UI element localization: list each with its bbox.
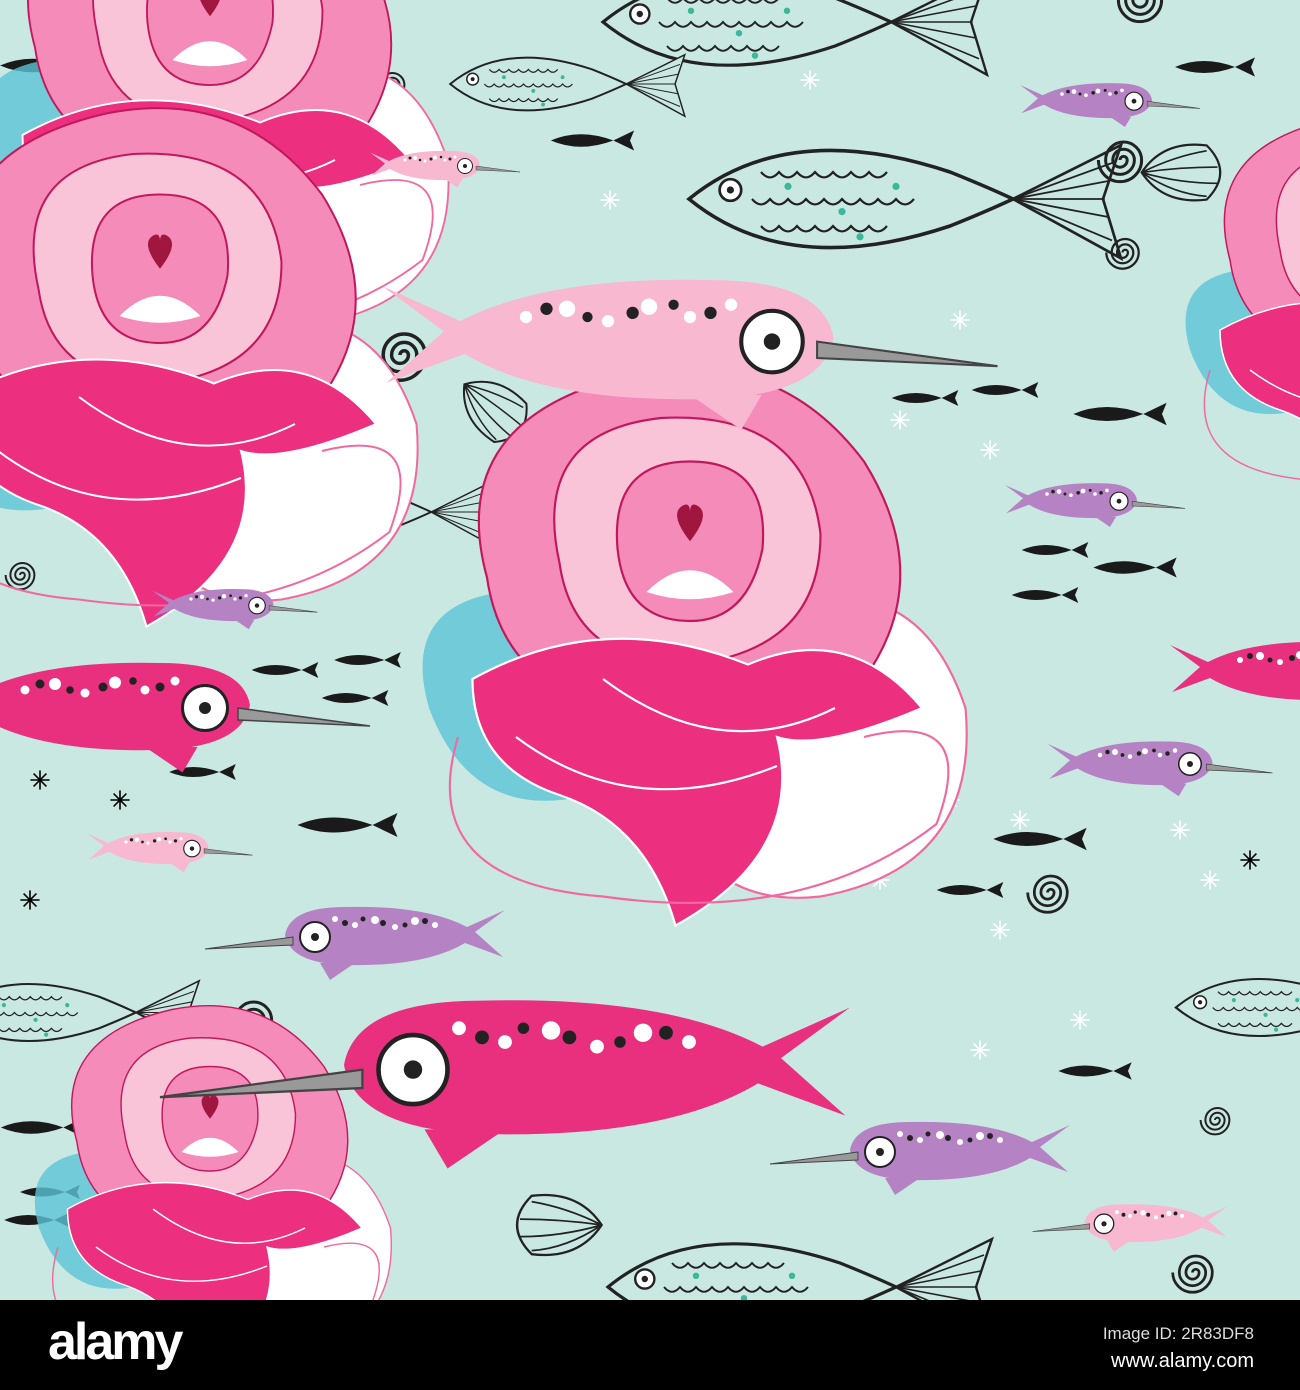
image-id: Image ID: 2R83DF8	[1102, 1324, 1254, 1343]
site-url: www.alamy.com	[1111, 1350, 1254, 1372]
alamy-logo: alamy	[48, 1313, 183, 1371]
pattern-artwork	[0, 0, 1300, 1300]
watermark-footer: alamy Image ID: 2R83DF8 www.alamy.com	[0, 1300, 1300, 1390]
